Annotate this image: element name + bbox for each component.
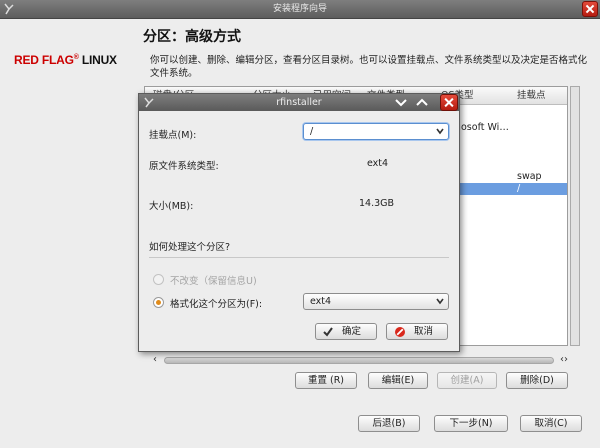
mount-point-value: /: [310, 126, 314, 137]
chevron-down-icon: [436, 128, 444, 135]
horizontal-scrollbar[interactable]: ‹ ‹›: [150, 354, 570, 366]
divider: [149, 257, 449, 258]
dialog-ok-label: 确定: [342, 326, 362, 337]
table-row-mount[interactable]: /: [517, 183, 520, 195]
scroll-left-icon[interactable]: ‹: [150, 354, 160, 366]
vertical-scrollbar[interactable]: [570, 86, 580, 346]
orig-fs-value: ext4: [367, 158, 389, 169]
format-type-value: ext4: [310, 296, 332, 307]
dialog-cancel-label: 取消: [414, 326, 434, 337]
checkmark-icon: [323, 327, 333, 337]
dialog-ok-button[interactable]: 确定: [315, 323, 377, 340]
chevron-down-icon: [436, 298, 444, 305]
maximize-icon[interactable]: [415, 97, 429, 108]
cancel-button[interactable]: 取消(C): [520, 415, 582, 432]
red-flag-linux-logo: RED FLAG® LINUX: [14, 53, 117, 67]
dialog-cancel-button[interactable]: 取消: [386, 323, 448, 340]
scroll-right-icon[interactable]: ‹›: [558, 354, 570, 366]
scrollbar-thumb[interactable]: [164, 357, 554, 364]
format-type-combo[interactable]: ext4: [303, 293, 449, 310]
edit-button[interactable]: 编辑(E): [368, 372, 428, 389]
table-row-os[interactable]: osoft Wi…: [461, 122, 509, 133]
table-row-mount[interactable]: swap: [517, 171, 542, 182]
page-description: 你可以创建、删除、编辑分区，查看分区目录树。也可以设置挂载点、文件系统类型以及决…: [150, 55, 588, 79]
dialog-close-button[interactable]: [440, 94, 458, 111]
dialog-title: rfinstaller: [276, 97, 322, 108]
keep-radio[interactable]: [153, 274, 164, 285]
keep-option-label[interactable]: 不改变（保留信息U): [170, 273, 257, 287]
size-value: 14.3GB: [359, 198, 395, 209]
page-title: 分区：高级方式: [143, 29, 241, 45]
delete-button[interactable]: 删除(D): [506, 372, 568, 389]
window-close-button[interactable]: [582, 1, 598, 17]
window-title: 安装程序向导: [272, 4, 327, 14]
orig-fs-label: 原文件系统类型:: [149, 161, 219, 172]
create-button[interactable]: 创建(A): [437, 372, 497, 389]
column-header-mount[interactable]: 挂载点: [517, 87, 546, 104]
format-option-label[interactable]: 格式化这个分区为(F):: [170, 296, 262, 310]
dialog-titlebar: rfinstaller: [139, 94, 459, 111]
cancel-icon: [395, 327, 405, 337]
reset-button[interactable]: 重置 (R): [295, 372, 357, 389]
mount-point-combo[interactable]: /: [303, 123, 449, 140]
minimize-icon[interactable]: [394, 97, 408, 108]
next-button[interactable]: 下一步(N): [434, 415, 508, 432]
partition-action-question: 如何处理这个分区?: [149, 242, 231, 253]
partition-edit-dialog: rfinstaller 挂载点(M): / 原文件系统类型: ext4 大小(M…: [138, 93, 460, 352]
window-titlebar: 安装程序向导: [0, 0, 600, 19]
mount-point-label: 挂载点(M):: [149, 130, 197, 141]
format-radio[interactable]: [153, 297, 164, 308]
size-label: 大小(MB):: [149, 201, 194, 212]
back-button[interactable]: 后退(B): [358, 415, 420, 432]
